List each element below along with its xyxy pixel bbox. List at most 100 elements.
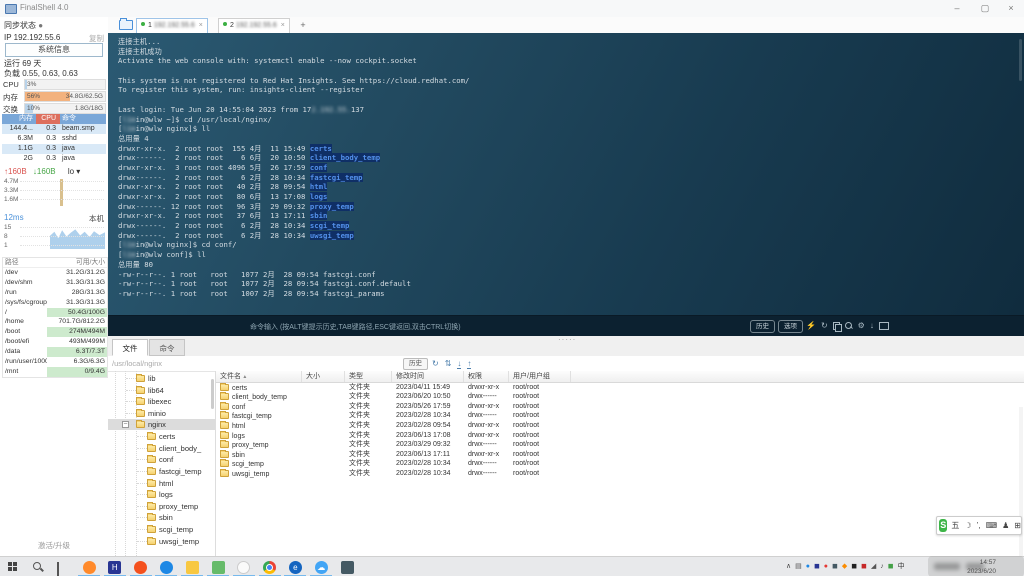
file-row-sbin[interactable]: sbin 文件夹 2023/06/13 17:11 drwxr-xr-x root/ro…	[216, 449, 1024, 460]
disk-row[interactable]: /sys/fs/cgroup 31.3G/31.3G	[3, 298, 107, 308]
disk-row[interactable]: / 50.4G/100G	[3, 307, 107, 318]
red-app-icon[interactable]: ◼	[861, 559, 867, 575]
proc-header-2[interactable]: 命令	[60, 114, 106, 124]
tree-item-scgi_temp[interactable]: scgi_temp	[108, 524, 215, 535]
green-msg-icon[interactable]: ◼	[888, 559, 894, 575]
tab-command[interactable]: 命令	[149, 339, 185, 356]
file-header-2[interactable]: 类型	[345, 371, 392, 382]
transfer-icon[interactable]: ⇅	[445, 358, 452, 369]
disk-row[interactable]: /dev/shm 31.3G/31.3G	[3, 278, 107, 288]
terminal-area[interactable]: 连接主机... 连接主机成功 Activate the web console wi…	[108, 33, 1024, 315]
maximize-button[interactable]: ▢	[974, 1, 996, 15]
terminal-scrollbar[interactable]	[1019, 39, 1022, 81]
taskbar-search-button[interactable]	[26, 559, 50, 575]
volume-icon[interactable]: ♪	[880, 559, 884, 575]
refresh-icon[interactable]: ↻	[432, 358, 439, 369]
flame-icon[interactable]: ◆	[842, 559, 847, 575]
ime-icon[interactable]: 中	[898, 559, 905, 575]
file-row-scgi_temp[interactable]: scgi_temp 文件夹 2023/02/28 10:34 drwx------ ro…	[216, 459, 1024, 469]
session-tab-2[interactable]: 2 192.192.55.6 ×	[218, 18, 290, 34]
download-icon[interactable]: ↓	[870, 320, 874, 332]
sync-icon[interactable]: ↻	[821, 320, 828, 332]
command-input-hint[interactable]: 命令输入 (按ALT键提示历史,TAB键路径,ESC键返回,双击CTRL切换)	[250, 322, 461, 332]
file-header-3[interactable]: 修改时间	[392, 371, 464, 382]
disk-row[interactable]: /data 6.3T/7.3T	[3, 347, 107, 358]
tree-item-nginx[interactable]: – nginx	[108, 419, 215, 431]
disk-row[interactable]: /home 701.7G/812.2G	[3, 317, 107, 327]
download-icon[interactable]: ↓	[457, 359, 462, 369]
chrome-taskbar-button[interactable]	[258, 559, 282, 576]
disk-col-size[interactable]: 可用/大小	[47, 258, 107, 267]
process-row[interactable]: 1.1G 0.3 java	[2, 144, 106, 154]
tree-item-html[interactable]: html	[108, 478, 215, 489]
file-row-uwsgi_temp[interactable]: uwsgi_temp 文件夹 2023/02/28 10:34 drwx------ r…	[216, 468, 1024, 479]
minimize-button[interactable]: –	[946, 1, 968, 15]
person-icon[interactable]: ♟	[1002, 521, 1009, 530]
chevron-up-icon[interactable]: ∧	[786, 559, 791, 575]
path-input[interactable]: /usr/local/nginx	[112, 359, 162, 368]
tree-item-uwsgi_temp[interactable]: uwsgi_temp	[108, 536, 215, 547]
tree-item-proxy_temp[interactable]: proxy_temp	[108, 501, 215, 512]
tree-item-conf[interactable]: conf	[108, 454, 215, 465]
disk-row[interactable]: /boot 274M/494M	[3, 327, 107, 338]
process-row[interactable]: 6.3M 0.3 sshd	[2, 134, 106, 144]
path-history-button[interactable]: 历史	[403, 358, 428, 370]
iface-select[interactable]: lo ▾	[68, 167, 80, 176]
file-header-0[interactable]: 文件名 ▲	[216, 371, 302, 382]
file-row-client_body_temp[interactable]: client_body_temp 文件夹 2023/06/20 10:50 drwx-…	[216, 392, 1024, 402]
app-blue-taskbar-button[interactable]	[154, 559, 178, 576]
activate-upgrade-link[interactable]: 激活/升级	[0, 540, 108, 551]
grid-icon[interactable]: ▤	[795, 559, 802, 575]
app-dark-taskbar-button[interactable]	[335, 559, 359, 575]
tree-item-lib[interactable]: lib	[108, 373, 215, 384]
tree-vertical-scrollbar[interactable]	[211, 379, 214, 409]
disk-row[interactable]: /run/user/1000 6.3G/6.3G	[3, 357, 107, 367]
file-row-conf[interactable]: conf 文件夹 2023/05/26 17:59 drwxr-xr-x root/ro…	[216, 401, 1024, 412]
tree-item-fastcgi_temp[interactable]: fastcgi_temp	[108, 466, 215, 477]
connections-folder-icon[interactable]	[119, 18, 133, 30]
file-row-fastcgi_temp[interactable]: fastcgi_temp 文件夹 2023/02/28 10:34 drwx-----…	[216, 411, 1024, 421]
tree-item-lib64[interactable]: lib64	[108, 385, 215, 396]
moon-icon[interactable]: ☽	[964, 521, 971, 530]
red-dot-icon[interactable]: ●	[824, 559, 828, 575]
disk-col-path[interactable]: 路径	[3, 258, 47, 267]
disk-row[interactable]: /dev 31.2G/31.2G	[3, 268, 107, 278]
system-info-button[interactable]: 系统信息	[5, 43, 103, 57]
tree-item-minio[interactable]: minio	[108, 408, 215, 419]
file-header-4[interactable]: 权限	[464, 371, 509, 382]
proc-header-1[interactable]: CPU	[36, 114, 60, 124]
process-row[interactable]: 2G 0.3 java	[2, 154, 106, 164]
file-table-scrollbar[interactable]	[1019, 407, 1023, 576]
start-button[interactable]	[2, 559, 26, 575]
tab1-close-icon[interactable]: ×	[199, 22, 203, 29]
black-app-icon[interactable]: ◼	[851, 559, 857, 575]
file-row-html[interactable]: html 文件夹 2023/02/28 09:54 drwxr-xr-x root/ro…	[216, 420, 1024, 431]
new-tab-button[interactable]: +	[296, 18, 310, 32]
tree-collapse-icon[interactable]: –	[122, 421, 129, 429]
close-button[interactable]: ×	[1000, 1, 1022, 15]
disk-row[interactable]: /boot/efi 493M/499M	[3, 337, 107, 347]
session-tab-1[interactable]: 1 192.192.55.6 ×	[136, 18, 208, 34]
proc-header-0[interactable]: 内存	[2, 114, 36, 124]
sogou-logo-icon[interactable]: S	[939, 519, 948, 532]
disk-row[interactable]: /run 28G/31.3G	[3, 288, 107, 298]
options-button[interactable]: 选项	[778, 320, 803, 333]
tab-file[interactable]: 文件	[112, 339, 148, 356]
tree-item-logs[interactable]: logs	[108, 489, 215, 500]
app-navy-taskbar-button[interactable]: H	[103, 559, 127, 576]
punctuation-icon[interactable]: ’,	[977, 521, 981, 530]
dark-app-icon[interactable]: ◼	[832, 559, 838, 575]
blue-dot-icon[interactable]: ●	[806, 559, 810, 575]
task-view-button[interactable]	[50, 559, 74, 576]
upload-icon[interactable]: ↑	[467, 359, 472, 369]
file-header-1[interactable]: 大小	[302, 371, 345, 382]
disk-table-header[interactable]: 路径 可用/大小	[3, 258, 107, 268]
navy-app-icon[interactable]: ◼	[814, 559, 820, 575]
file-row-logs[interactable]: logs 文件夹 2023/06/13 17:08 drwxr-xr-x root/ro…	[216, 430, 1024, 441]
process-row[interactable]: 144.4... 0.3 beam.smp	[2, 124, 106, 134]
keyboard-icon[interactable]: ⌨	[986, 521, 998, 530]
lightning-icon[interactable]: ⚡	[806, 320, 816, 332]
disk-row[interactable]: /mnt 0/9.4G	[3, 366, 107, 377]
splitter-handle[interactable]: ·····	[558, 335, 576, 344]
network-icon[interactable]: ◢	[871, 559, 876, 575]
